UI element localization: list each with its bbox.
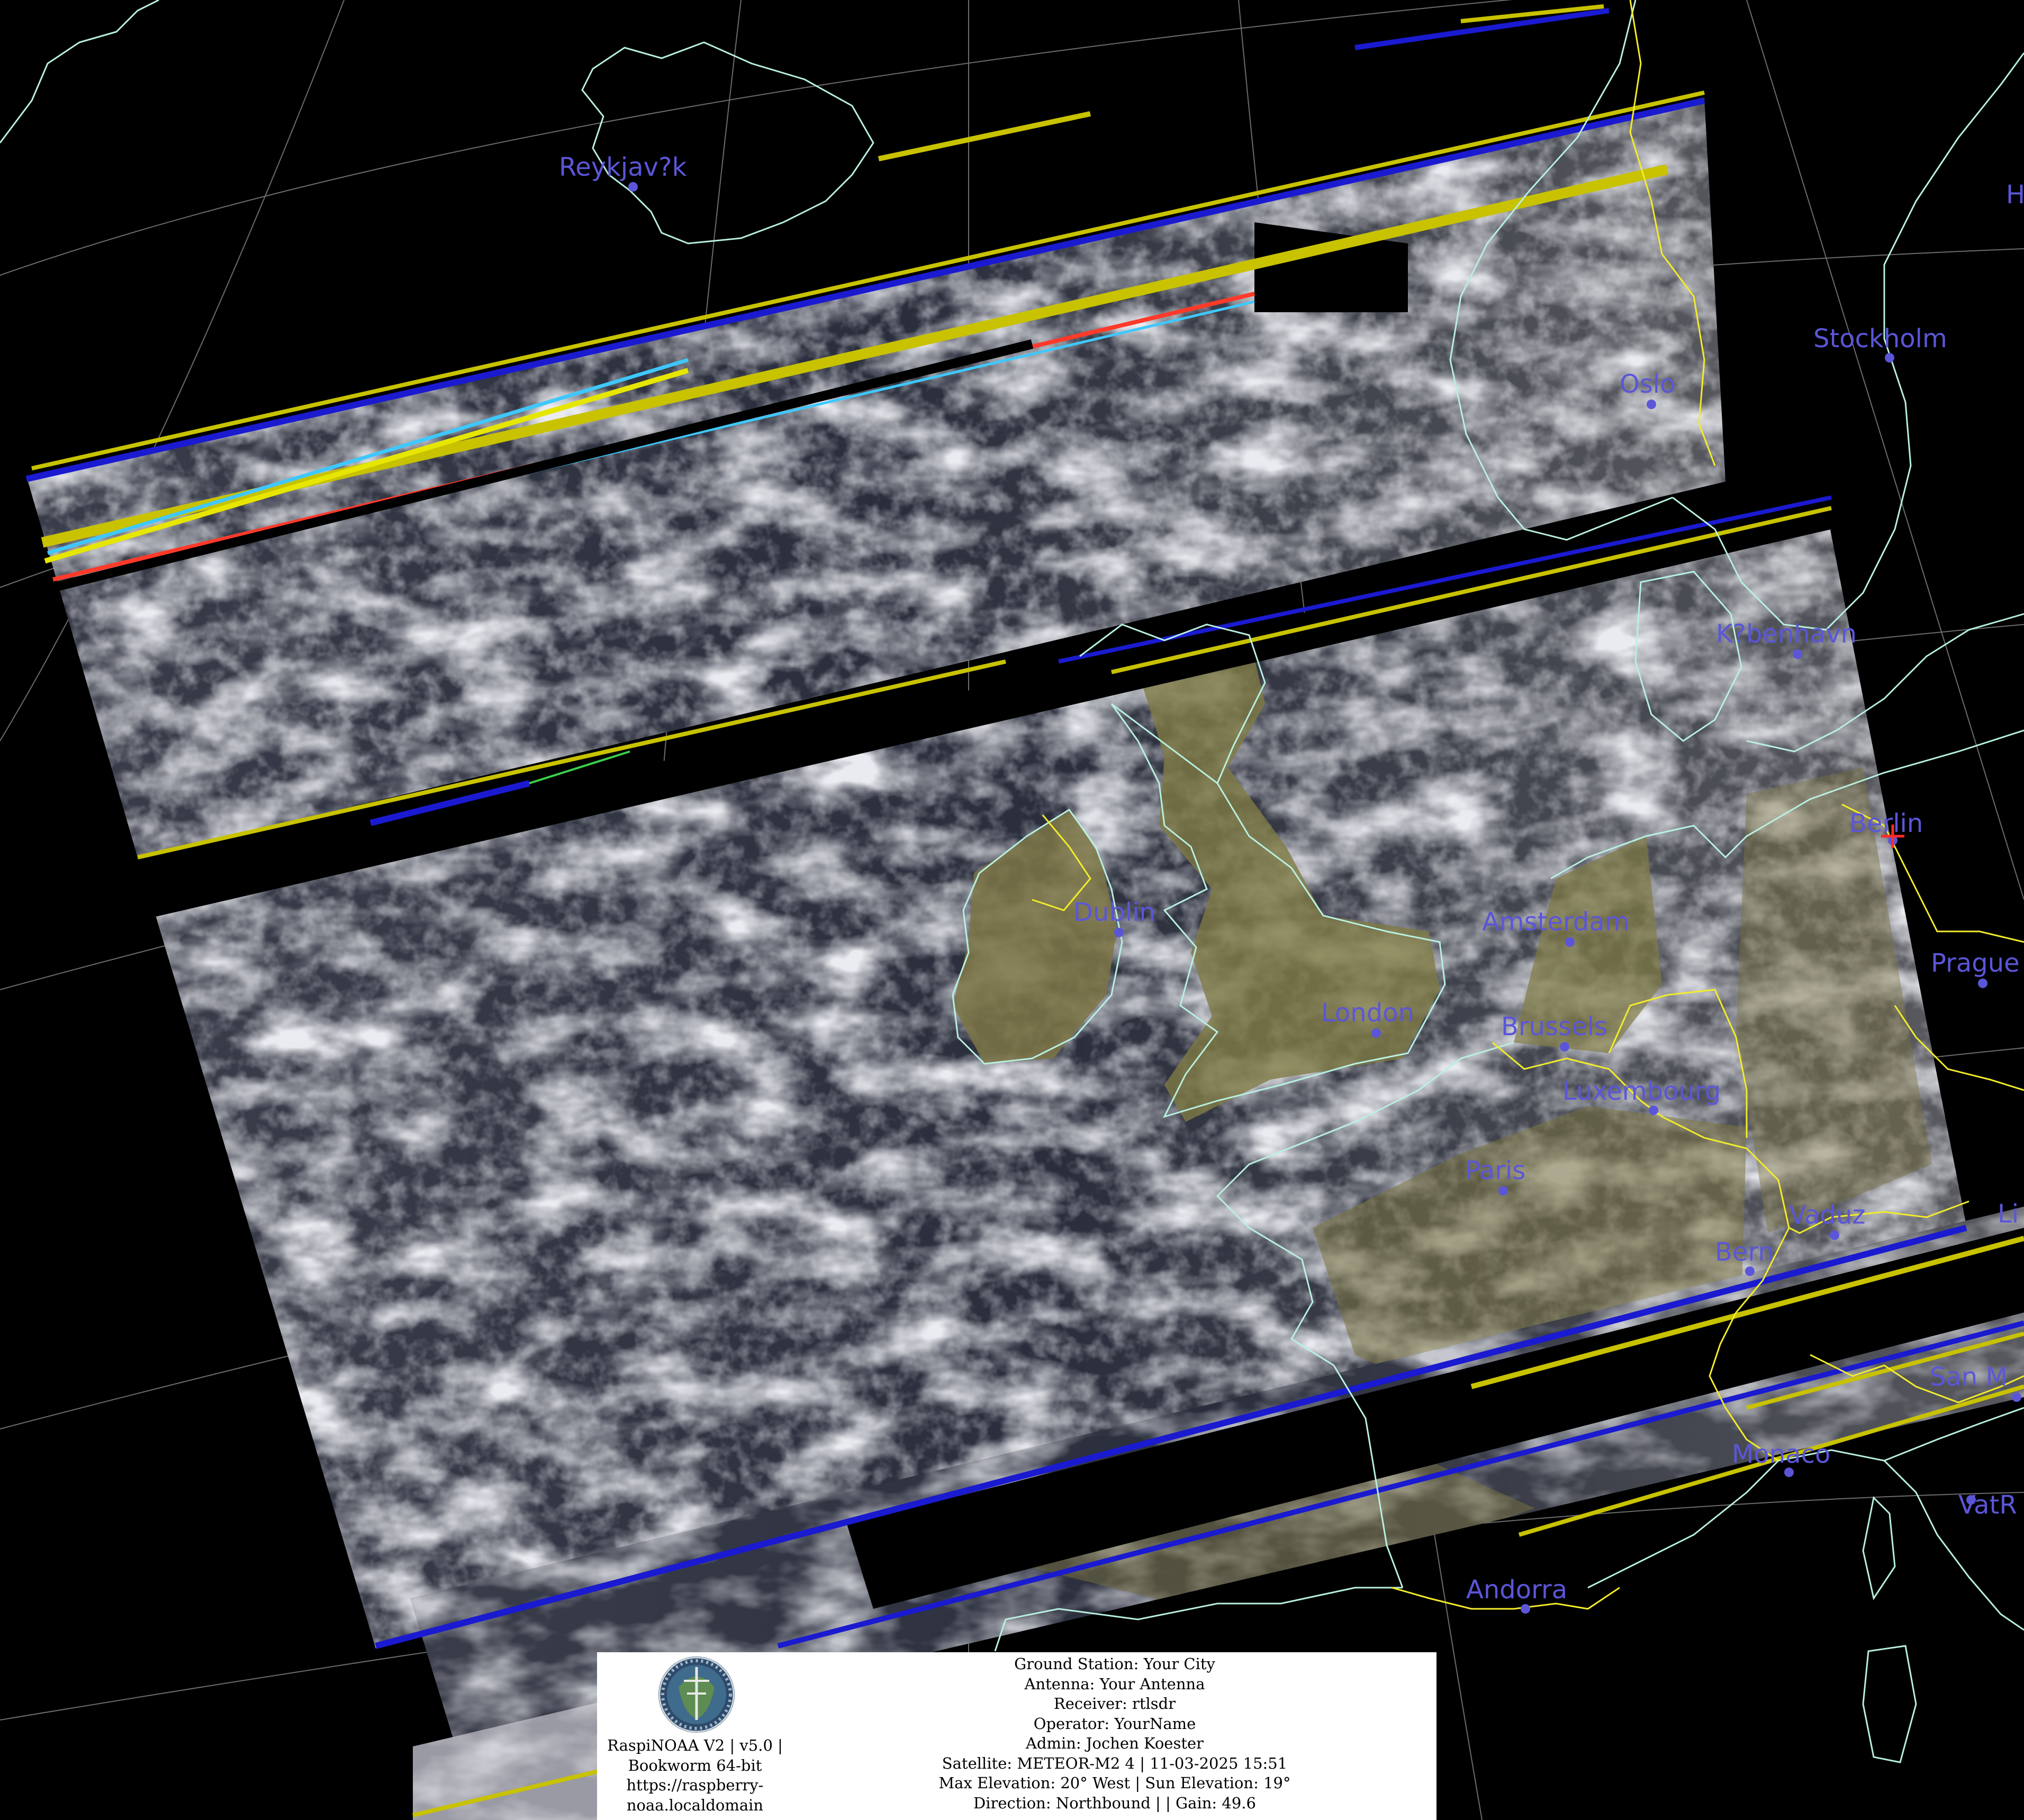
software-info-line: https://raspberry- — [626, 1776, 764, 1794]
city-label-oslo: Oslo — [1620, 369, 1676, 399]
pass-info: Ground Station: Your City Antenna: Your … — [793, 1654, 1436, 1813]
city-label-london: London — [1321, 998, 1414, 1028]
coast-greenland — [0, 0, 159, 143]
satellite-line: Satellite: METEOR-M2 4 | 11-03-2025 15:5… — [942, 1754, 1288, 1772]
city-label-paris: Paris — [1465, 1156, 1525, 1185]
software-info-line: Bookworm 64-bit — [628, 1756, 762, 1774]
city-label-prague: Prague — [1931, 948, 2020, 978]
city-label-li: Li — [1998, 1199, 2019, 1229]
admin-line: Admin: Jochen Koester — [1025, 1734, 1204, 1752]
city-stockholm: Stockholm — [1813, 324, 1947, 363]
city-label-vatican: VatR — [1958, 1490, 2017, 1520]
city-vatican: VatR — [1958, 1490, 2017, 1520]
coast-sardinia — [1862, 1645, 1917, 1763]
city-label-san-marino: San M — [1930, 1362, 2008, 1392]
city-label-reykjavik: Reykjav?k — [559, 152, 687, 182]
city-label-vaduz: Vaduz — [1789, 1200, 1866, 1230]
city-label-brussels: Brussels — [1501, 1012, 1607, 1042]
city-label-h: H — [2006, 180, 2024, 210]
operator-line: Operator: YourName — [1033, 1714, 1196, 1733]
city-label-amsterdam: Amsterdam — [1482, 907, 1629, 937]
elevation-line: Max Elevation: 20° West | Sun Elevation:… — [938, 1774, 1291, 1792]
coast-corsica — [1862, 1496, 1896, 1600]
city-label-bern: Bern — [1715, 1237, 1774, 1267]
city-label-dublin: Dublin — [1073, 898, 1155, 927]
city-prague: Prague — [1931, 948, 2020, 988]
ground-station-info-panel: RaspiNOAA V2 | v5.0 | Bookworm 64-bit ht… — [597, 1652, 1436, 1820]
raspinoaa-logo-icon — [658, 1656, 735, 1733]
coast-italy — [1883, 1460, 2024, 1631]
city-label-berlin: Berlin — [1849, 809, 1923, 838]
city-label-stockholm: Stockholm — [1813, 324, 1947, 354]
city-monaco: Monaco — [1732, 1439, 1830, 1477]
antenna-line: Antenna: Your Antenna — [1024, 1674, 1205, 1693]
receiver-line: Receiver: rtlsdr — [1053, 1695, 1176, 1713]
ground-station-line: Ground Station: Your City — [1014, 1655, 1215, 1673]
coast-iceland — [581, 41, 874, 245]
software-info: RaspiNOAA V2 | v5.0 | Bookworm 64-bit ht… — [597, 1652, 793, 1820]
city-h: H — [2006, 180, 2024, 210]
software-info-line: RaspiNOAA V2 | v5.0 | — [607, 1736, 783, 1754]
software-info-line: noaa.localdomain — [626, 1796, 764, 1814]
city-label-andorra: Andorra — [1466, 1575, 1567, 1605]
direction-gain-line: Direction: Northbound | | Gain: 49.6 — [973, 1794, 1256, 1812]
city-label-kobenhavn: K?benhavn — [1716, 619, 1857, 649]
city-li: Li — [1998, 1199, 2019, 1229]
city-label-luxembourg: Luxembourg — [1562, 1076, 1721, 1106]
city-label-monaco: Monaco — [1732, 1439, 1830, 1469]
satellite-map: Reykjav?k Oslo Stockholm H K?benhavn Ber… — [0, 0, 2024, 1820]
